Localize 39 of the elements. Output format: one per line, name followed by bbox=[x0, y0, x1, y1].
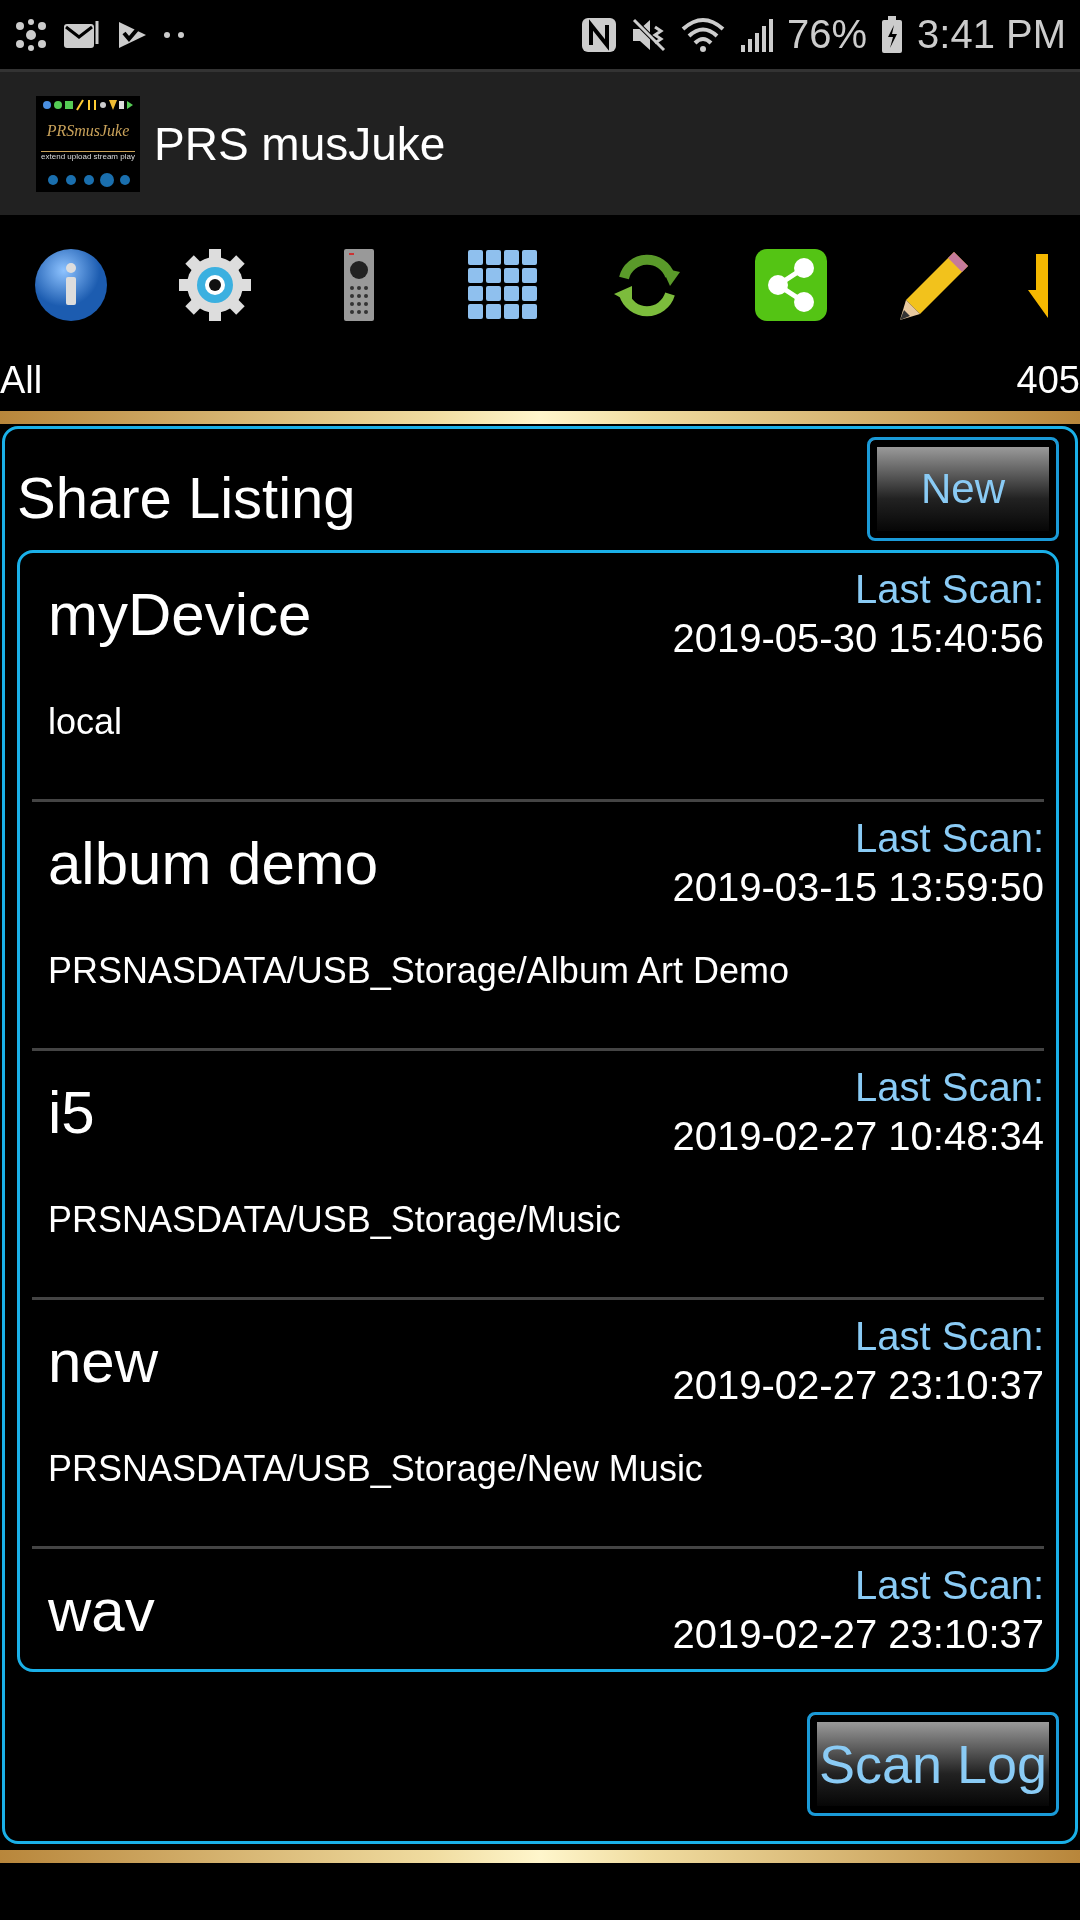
scan-label: Last Scan: bbox=[855, 1563, 1044, 1608]
scan-time: 2019-02-27 23:10:37 bbox=[672, 1612, 1044, 1657]
nfc-icon bbox=[580, 16, 617, 53]
settings-icon[interactable] bbox=[178, 248, 252, 322]
wifi-icon bbox=[680, 16, 725, 53]
item-count: 405 bbox=[1016, 358, 1080, 403]
app-title: PRS musJuke bbox=[154, 116, 446, 171]
share-name[interactable]: myDevice bbox=[32, 579, 312, 649]
share-icon[interactable] bbox=[754, 248, 828, 322]
share-name[interactable]: new bbox=[32, 1326, 159, 1396]
panel-title: Share Listing bbox=[17, 463, 356, 531]
scan-time: 2019-03-15 13:59:50 bbox=[672, 865, 1044, 910]
scan-time: 2019-05-30 15:40:56 bbox=[672, 616, 1044, 661]
info-icon[interactable] bbox=[34, 248, 108, 322]
scan-label: Last Scan: bbox=[855, 1314, 1044, 1359]
share-path: PRSNASDATA/USB_Storage/New Music bbox=[47, 1448, 704, 1490]
share-name[interactable]: wav bbox=[32, 1575, 155, 1645]
battery-percent: 76% bbox=[786, 12, 868, 57]
share-path: PRSNASDATA/USB_Storage/Music bbox=[47, 1199, 622, 1241]
scan-label: Last Scan: bbox=[855, 1065, 1044, 1110]
scan-log-button[interactable]: Scan Log bbox=[807, 1712, 1059, 1816]
app-logo: PRSmusJuke extend upload stream play bbox=[36, 95, 140, 192]
share-name[interactable]: album demo bbox=[32, 828, 379, 898]
scan-label: Last Scan: bbox=[855, 567, 1044, 612]
more-icon bbox=[164, 31, 184, 38]
battery-icon bbox=[881, 15, 904, 54]
signal-icon bbox=[738, 16, 773, 53]
scan-label: Last Scan: bbox=[855, 816, 1044, 861]
clock: 3:41 PM bbox=[917, 12, 1066, 57]
share-name[interactable]: i5 bbox=[32, 1077, 95, 1147]
new-button[interactable]: New bbox=[867, 437, 1059, 541]
share-path: local bbox=[47, 701, 124, 743]
share-path: PRSNASDATA/USB_Storage/Album Art Demo bbox=[47, 950, 790, 992]
mute-icon bbox=[630, 16, 667, 53]
filter-label: All bbox=[0, 358, 43, 403]
scan-time: 2019-02-27 10:48:34 bbox=[672, 1114, 1044, 1159]
scan-time: 2019-02-27 23:10:37 bbox=[672, 1363, 1044, 1408]
grid-icon[interactable] bbox=[466, 248, 540, 322]
network-icon bbox=[14, 17, 48, 52]
